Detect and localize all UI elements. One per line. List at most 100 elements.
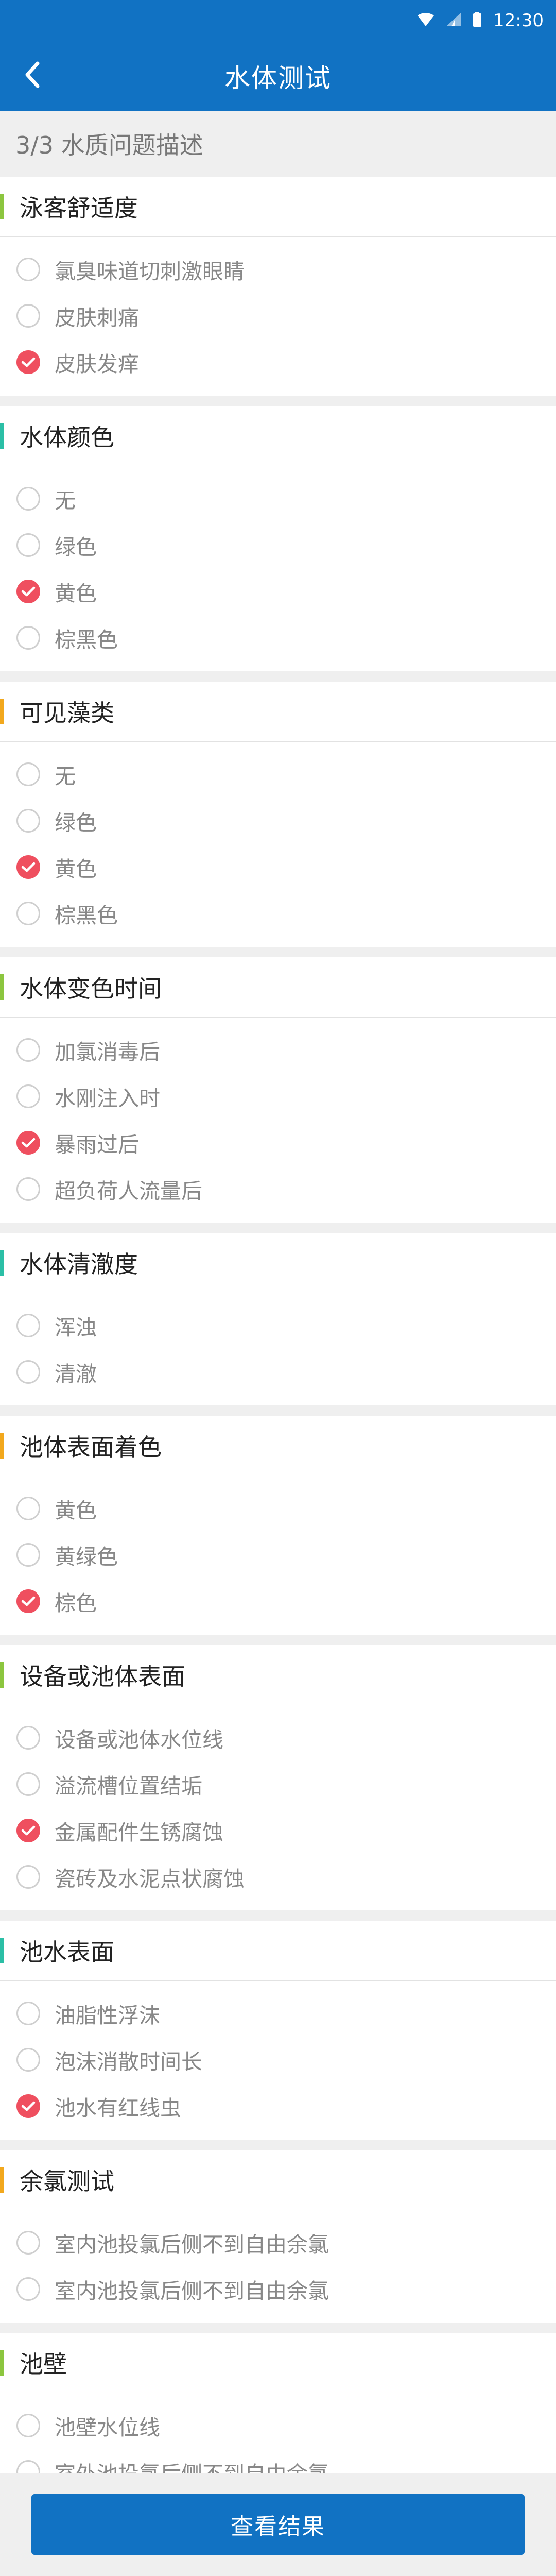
option-label: 池水有红线虫 <box>55 2096 181 2121</box>
checked-circle-icon[interactable] <box>16 2094 40 2118</box>
unchecked-circle-icon[interactable] <box>16 1038 40 1062</box>
unchecked-circle-icon[interactable] <box>16 487 40 511</box>
view-result-button[interactable]: 查看结果 <box>31 2494 525 2555</box>
option-item[interactable]: 溢流槽位置结垢 <box>0 1761 556 1807</box>
unchecked-circle-icon[interactable] <box>16 2002 40 2025</box>
unchecked-circle-icon[interactable] <box>16 2414 40 2437</box>
option-item[interactable]: 清澈 <box>0 1349 556 1395</box>
option-item[interactable]: 氯臭味道切刺激眼睛 <box>0 246 556 293</box>
section-accent-bar <box>0 194 4 219</box>
section-title: 泳客舒适度 <box>20 194 138 222</box>
option-item[interactable]: 超负荷人流量后 <box>0 1166 556 1212</box>
unchecked-circle-icon[interactable] <box>16 1772 40 1796</box>
section-title: 可见藻类 <box>20 699 114 727</box>
checked-circle-icon[interactable] <box>16 1131 40 1155</box>
unchecked-circle-icon[interactable] <box>16 1497 40 1520</box>
section-title: 池水表面 <box>20 1938 114 1966</box>
section-header: 池壁 <box>0 2333 556 2393</box>
checked-circle-icon[interactable] <box>16 855 40 879</box>
checked-circle-icon[interactable] <box>16 1819 40 1842</box>
option-label: 皮肤发痒 <box>55 352 139 377</box>
option-list: 设备或池体水位线 溢流槽位置结垢金属配件生锈腐蚀瓷砖及水泥点状腐蚀 <box>0 1705 556 1910</box>
unchecked-circle-icon[interactable] <box>16 809 40 833</box>
option-item[interactable]: 金属配件生锈腐蚀 <box>0 1807 556 1854</box>
option-list: 浑浊 清澈 <box>0 1293 556 1405</box>
back-button[interactable] <box>9 53 56 99</box>
option-list: 无绿色 黄色 棕黑色 <box>0 466 556 671</box>
option-label: 加氯消毒后 <box>55 1040 160 1064</box>
status-time: 12:30 <box>493 10 544 31</box>
unchecked-circle-icon[interactable] <box>16 1543 40 1567</box>
option-item[interactable]: 皮肤发痒 <box>0 339 556 385</box>
section-accent-bar <box>0 1433 4 1459</box>
option-item[interactable]: 泡沫消散时间长 <box>0 2037 556 2083</box>
option-item[interactable]: 油脂性浮沫 <box>0 1990 556 2037</box>
option-item[interactable]: 棕色 <box>0 1578 556 1624</box>
unchecked-circle-icon[interactable] <box>16 304 40 328</box>
back-arrow-icon <box>22 59 43 92</box>
unchecked-circle-icon[interactable] <box>16 1865 40 1889</box>
option-label: 金属配件生锈腐蚀 <box>55 1820 223 1845</box>
option-item[interactable]: 加氯消毒后 <box>0 1027 556 1073</box>
unchecked-circle-icon[interactable] <box>16 1084 40 1108</box>
option-item[interactable]: 室内池投氯后侧不到自由余氯 <box>0 2266 556 2312</box>
option-item[interactable]: 皮肤刺痛 <box>0 293 556 339</box>
option-label: 绿色 <box>55 810 97 835</box>
option-item[interactable]: 池壁水位线 <box>0 2402 556 2449</box>
option-item[interactable]: 棕黑色 <box>0 890 556 937</box>
checked-circle-icon[interactable] <box>16 580 40 603</box>
section-header: 水体清澈度 <box>0 1233 556 1293</box>
section-accent-bar <box>0 1662 4 1688</box>
option-label: 黄色 <box>55 1498 97 1523</box>
unchecked-circle-icon[interactable] <box>16 533 40 557</box>
option-label: 无 <box>55 488 76 513</box>
section-header: 水体颜色 <box>0 406 556 466</box>
question-section: 池体表面着色 黄色 黄绿色 棕色 <box>0 1416 556 1635</box>
unchecked-circle-icon[interactable] <box>16 902 40 925</box>
option-item[interactable]: 瓷砖及水泥点状腐蚀 <box>0 1854 556 1900</box>
option-list: 油脂性浮沫 泡沫消散时间长池水有红线虫 <box>0 1981 556 2140</box>
unchecked-circle-icon[interactable] <box>16 2048 40 2072</box>
option-item[interactable]: 黄绿色 <box>0 1532 556 1578</box>
section-title: 水体颜色 <box>20 423 114 451</box>
step-indicator: 3/3 水质问题描述 <box>0 111 556 177</box>
section-header: 可见藻类 <box>0 682 556 742</box>
unchecked-circle-icon[interactable] <box>16 2277 40 2301</box>
option-item[interactable]: 室内池投氯后侧不到自由余氯 <box>0 2219 556 2266</box>
unchecked-circle-icon[interactable] <box>16 258 40 281</box>
checked-circle-icon[interactable] <box>16 1589 40 1613</box>
section-accent-bar <box>0 974 4 1000</box>
question-section: 水体变色时间 加氯消毒后 水刚注入时 暴雨过后 超负荷人流量后 <box>0 957 556 1223</box>
option-item[interactable]: 黄色 <box>0 1485 556 1532</box>
unchecked-circle-icon[interactable] <box>16 1726 40 1750</box>
section-accent-bar <box>0 699 4 724</box>
option-item[interactable]: 设备或池体水位线 <box>0 1715 556 1761</box>
option-item[interactable]: 浑浊 <box>0 1302 556 1349</box>
option-item[interactable]: 无 <box>0 751 556 798</box>
section-header: 余氯测试 <box>0 2150 556 2210</box>
option-item[interactable]: 绿色 <box>0 522 556 568</box>
checked-circle-icon[interactable] <box>16 350 40 374</box>
unchecked-circle-icon[interactable] <box>16 1360 40 1384</box>
unchecked-circle-icon[interactable] <box>16 1314 40 1337</box>
unchecked-circle-icon[interactable] <box>16 1177 40 1201</box>
option-item[interactable]: 暴雨过后 <box>0 1120 556 1166</box>
option-item[interactable]: 绿色 <box>0 798 556 844</box>
unchecked-circle-icon[interactable] <box>16 2231 40 2255</box>
option-item[interactable]: 黄色 <box>0 844 556 890</box>
option-item[interactable]: 池水有红线虫 <box>0 2083 556 2129</box>
section-title: 设备或池体表面 <box>20 1663 185 1690</box>
option-item[interactable]: 棕黑色 <box>0 615 556 661</box>
option-label: 黄色 <box>55 857 97 882</box>
option-list: 室内池投氯后侧不到自由余氯 室内池投氯后侧不到自由余氯 <box>0 2210 556 2323</box>
section-header: 设备或池体表面 <box>0 1645 556 1705</box>
option-label: 超负荷人流量后 <box>55 1179 202 1204</box>
option-item[interactable]: 无 <box>0 476 556 522</box>
question-section: 余氯测试 室内池投氯后侧不到自由余氯 室内池投氯后侧不到自由余氯 <box>0 2150 556 2323</box>
option-label: 黄绿色 <box>55 1545 118 1569</box>
option-item[interactable]: 水刚注入时 <box>0 1073 556 1120</box>
unchecked-circle-icon[interactable] <box>16 762 40 786</box>
option-item[interactable]: 黄色 <box>0 568 556 615</box>
question-section: 泳客舒适度氯臭味道切刺激眼睛 皮肤刺痛皮肤发痒 <box>0 177 556 396</box>
unchecked-circle-icon[interactable] <box>16 626 40 650</box>
